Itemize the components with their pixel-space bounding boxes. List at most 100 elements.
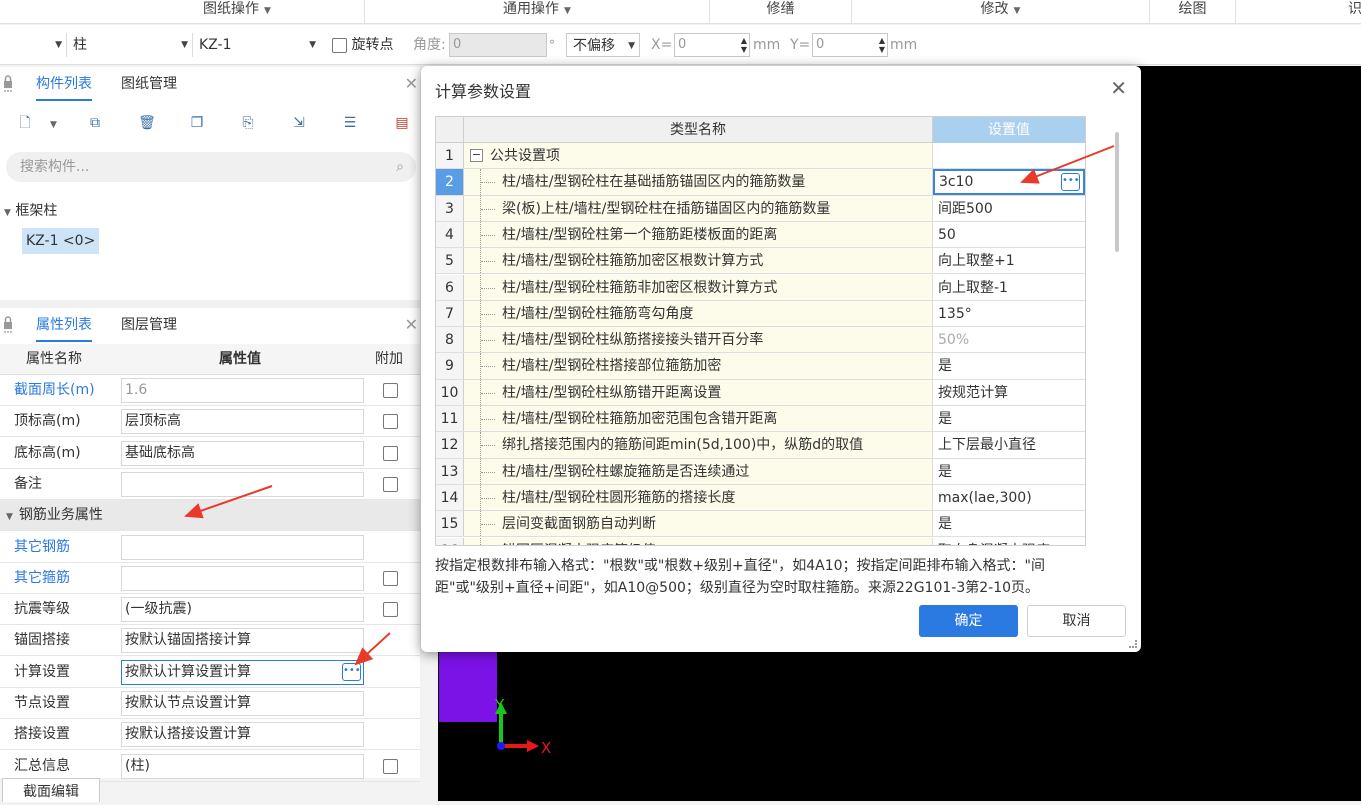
property-value-input[interactable]: 1.6 [121,378,364,403]
stepper-icon[interactable]: ▲ ▼ [879,36,885,54]
row-setting-value[interactable]: 是 [933,511,1085,537]
caret-down-icon[interactable]: ▼ [6,512,13,522]
copy-from-floor-icon[interactable]: ⇲ [286,112,312,138]
row-setting-value[interactable]: 3c10 ••• [933,169,1085,195]
tab-property-list[interactable]: 属性列表 [36,308,92,342]
row-setting-value[interactable]: 取自身混凝土强度 [933,537,1085,545]
angle-input[interactable]: 0 [449,33,547,57]
attach-checkbox[interactable] [383,383,398,398]
grid-row[interactable]: 11 柱/墙柱/型钢砼柱箍筋加密范围包含错开距离 是 [436,406,1085,433]
ribbon-group-drawing-ops[interactable]: 图纸操作 ▼ [110,0,365,24]
floor-select[interactable]: ▼ [0,33,66,57]
row-setting-value[interactable]: 是 [933,458,1085,484]
property-value-input[interactable]: 按默认锚固搭接计算 [121,628,364,654]
more-icon[interactable]: ••• [1061,173,1080,192]
attach-checkbox[interactable] [383,476,398,492]
component-type-select[interactable]: 柱 ▼ [66,33,192,57]
tree-group-frame-column[interactable]: ▼ 框架柱 [4,200,57,220]
ribbon-group-draw[interactable]: 绘图 [1150,0,1236,24]
row-setting-value[interactable]: max(lae,300) [933,484,1085,511]
caret-down-icon[interactable]: ▼ [4,208,11,218]
attach-checkbox[interactable] [383,602,398,618]
x-offset-input[interactable]: 0 ▲ ▼ [674,33,750,57]
col-setting-value[interactable]: 设置值 [933,117,1085,143]
grid-scrollbar[interactable] [1115,132,1119,252]
property-value-input[interactable] [121,565,364,591]
ok-button[interactable]: 确定 [919,605,1018,637]
grid-row[interactable]: 10 柱/墙柱/型钢砼柱纵筋错开距离设置 按规范计算 [436,379,1085,406]
grid-row[interactable]: 9 柱/墙柱/型钢砼柱搭接部位箍筋加密 是 [436,353,1085,380]
grid-row[interactable]: 3 梁(板)上柱/墙柱/型钢砼柱在插筋锚固区内的箍筋数量 间距500 [436,195,1085,222]
offset-select[interactable]: 不偏移 ▼ [566,33,640,57]
attach-checkbox[interactable] [383,414,398,430]
row-setting-value[interactable]: 向上取整-1 [933,274,1085,300]
ribbon-group-modify[interactable]: 修改 ▼ [852,0,1150,24]
close-icon[interactable]: ✕ [405,74,418,93]
row-setting-value[interactable]: 按规范计算 [933,379,1085,405]
rotate-point-checkbox[interactable] [332,37,347,53]
lock-icon[interactable] [3,316,13,334]
filter-icon[interactable]: ▤ [389,112,415,138]
close-icon[interactable]: ✕ [1110,76,1127,100]
tab-drawing-management[interactable]: 图纸管理 [121,67,177,101]
more-icon[interactable]: ••• [342,662,361,681]
grid-group-row[interactable]: 1− 公共设置项 [436,143,1085,170]
copy-to-floor-icon[interactable]: ⎘ [235,112,261,138]
duplicate-icon[interactable]: ❐ [184,112,210,138]
property-value-input[interactable]: 按默认计算设置计算 ••• [121,659,364,685]
property-value-input[interactable]: 层顶标高 [121,409,364,435]
grid-row[interactable]: 7 柱/墙柱/型钢砼柱箍筋弯勾角度 135° [436,300,1085,328]
grid-row[interactable]: 12 绑扎搭接范围内的箍筋间距min(5d,100)中，纵筋d的取值 上下层最小直径 [436,432,1085,459]
grid-row[interactable]: 4 柱/墙柱/型钢砼柱第一个箍筋距楼板面的距离 50 [436,221,1085,249]
new-component-icon[interactable]: 🗋 [12,112,38,138]
property-value-input[interactable]: 基础底标高 [121,440,364,466]
grid-row[interactable]: 14 柱/墙柱/型钢砼柱圆形箍筋的搭接长度 max(lae,300) [436,484,1085,512]
tree-item-kz1[interactable]: KZ-1 <0> [22,228,100,254]
tab-section-edit[interactable]: 截面编辑 [2,778,100,802]
grid-row[interactable]: 2 柱/墙柱/型钢砼柱在基础插筋锚固区内的箍筋数量 3c10 ••• [436,169,1085,196]
rotate-point-checkbox-wrap[interactable]: 旋转点 [332,25,393,65]
grid-row[interactable]: 13 柱/墙柱/型钢砼柱螺旋箍筋是否连续通过 是 [436,458,1085,485]
row-setting-value[interactable] [933,143,1085,169]
tab-component-list[interactable]: 构件列表 [36,67,92,101]
grid-row[interactable]: 8 柱/墙柱/型钢砼柱纵筋搭接接头错开百分率 50% [436,327,1085,354]
grid-row[interactable]: 6 柱/墙柱/型钢砼柱箍筋非加密区根数计算方式 向上取整-1 [436,274,1085,301]
row-setting-value[interactable]: 间距500 [933,195,1085,221]
grid-row[interactable]: 5 柱/墙柱/型钢砼柱箍筋加密区根数计算方式 向上取整+1 [436,248,1085,275]
collapse-icon[interactable]: − [470,149,483,162]
attach-checkbox[interactable] [383,445,398,461]
delete-icon[interactable]: 🗑 [134,112,160,138]
y-offset-input[interactable]: 0 ▲ ▼ [812,33,888,57]
grid-row[interactable]: 15 层间变截面钢筋自动判断 是 [436,511,1085,538]
lock-icon[interactable] [3,75,13,93]
row-setting-value[interactable]: 50% [933,327,1085,353]
property-section-header[interactable]: ▼ 钢筋业务属性 [0,500,420,532]
ribbon-group-repair[interactable]: 修缮 [710,0,852,24]
component-name-select[interactable]: KZ-1 ▼ [192,33,320,57]
row-setting-value[interactable]: 上下层最小直径 [933,432,1085,458]
row-setting-value[interactable]: 50 [933,221,1085,248]
copy-icon[interactable]: ⧉ [82,112,108,138]
list-view-icon[interactable]: ☰ [337,112,363,138]
row-setting-value[interactable]: 向上取整+1 [933,248,1085,274]
attach-checkbox[interactable] [383,758,398,774]
panel-divider[interactable] [0,300,420,308]
row-setting-value[interactable]: 是 [933,353,1085,379]
property-value-input[interactable]: 按默认节点设置计算 [121,691,364,716]
property-value-input[interactable] [121,471,364,497]
row-setting-value[interactable]: 135° [933,300,1085,327]
property-value-input[interactable] [121,534,364,560]
search-icon[interactable]: ⌕ [396,152,404,182]
resize-grip-icon[interactable] [1129,640,1137,648]
ribbon-group-common-ops[interactable]: 通用操作 ▼ [365,0,710,24]
property-value-input[interactable]: 按默认搭接设置计算 [121,722,364,748]
close-icon[interactable]: ✕ [405,315,418,334]
chevron-down-icon[interactable]: ▼ [50,120,57,130]
attach-checkbox[interactable] [383,570,398,586]
cancel-button[interactable]: 取消 [1027,605,1126,637]
property-value-input[interactable]: (一级抗震) [121,597,364,623]
ribbon-group-identify[interactable]: 识 [1340,0,1361,24]
tab-layer-management[interactable]: 图层管理 [121,308,177,342]
stepper-icon[interactable]: ▲ ▼ [741,36,747,54]
component-search-input[interactable]: 搜索构件... ⌕ [6,152,416,182]
